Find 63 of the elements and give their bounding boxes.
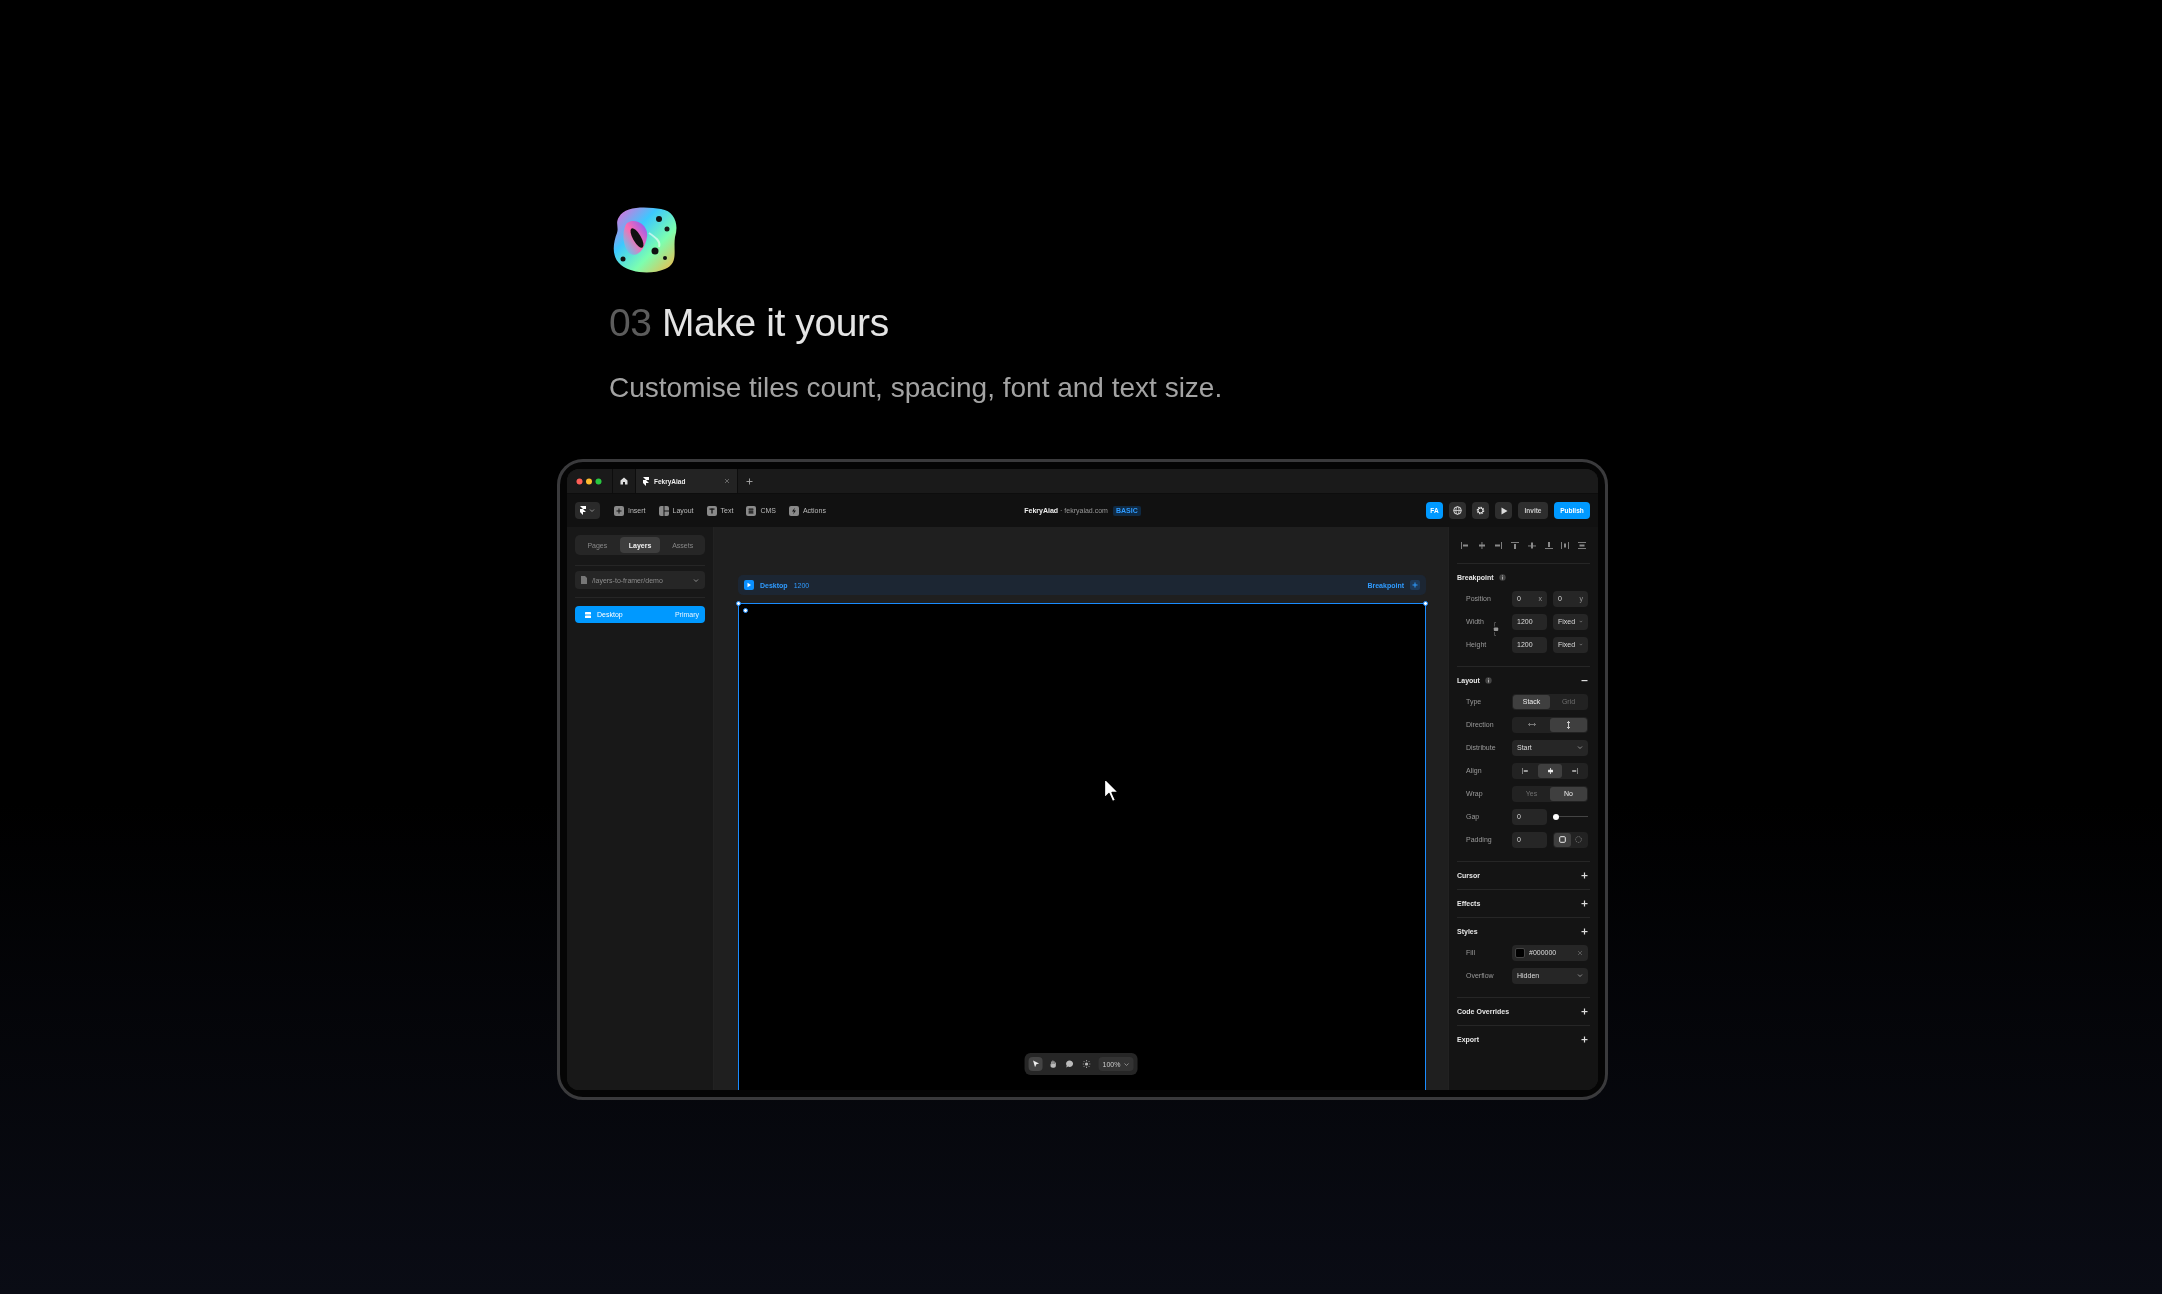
window-buttons-icon[interactable] [576,477,602,485]
align-left-icon[interactable] [1461,541,1469,549]
pointer-icon [1032,1060,1040,1068]
caret-icon [1577,973,1583,978]
settings-icon [1476,506,1485,515]
logo-icon [643,476,649,486]
sun-icon [1082,1060,1091,1068]
caret-icon [1577,745,1583,750]
plus-icon[interactable] [1581,1008,1588,1015]
step-number: 03 [609,301,652,344]
globe-button[interactable] [1449,502,1466,519]
padding-handle[interactable] [743,608,748,613]
resize-handle[interactable] [736,601,741,606]
globe-icon [1453,506,1462,515]
plus-icon [1410,580,1420,590]
stack-icon [585,611,591,618]
lock-icon[interactable] [1493,622,1499,636]
layout-icon [658,505,669,516]
icon-option[interactable] [1537,763,1563,778]
plus-square-icon [614,505,624,516]
main-menu-button[interactable] [575,502,600,519]
logo-icon [580,506,586,515]
slider-thumb[interactable] [1553,813,1559,820]
heading: Make it yours [662,301,889,344]
align-end-icon [1571,767,1579,774]
minus-icon[interactable] [1581,677,1588,684]
align-start-icon [1521,767,1529,774]
horizontal-arrows-icon [1527,722,1536,727]
new-tab-icon[interactable] [746,477,753,485]
hand-icon [1049,1060,1057,1068]
database-icon [746,505,757,516]
tool-button[interactable] [1028,1057,1043,1071]
settings-button[interactable] [1472,502,1489,519]
text-icon [706,505,717,516]
home-icon [620,477,628,485]
align-bottom-icon[interactable] [1544,541,1553,549]
bolt-icon [788,505,799,516]
close-icon[interactable] [724,478,730,484]
plus-icon[interactable] [1581,928,1588,935]
plus-icon[interactable] [1581,872,1588,879]
caret-icon [1123,1061,1130,1067]
distribute-horizontal-icon[interactable] [1561,541,1570,549]
subtitle: Customise tiles count, spacing, font and text size. [609,371,1224,405]
file-icon [581,576,587,584]
icon-option[interactable] [1554,832,1571,847]
caret-icon [693,577,699,583]
play-icon [1499,506,1508,515]
preview-button[interactable] [1495,502,1512,519]
comment-icon [1065,1060,1074,1068]
vertical-arrows-icon [1566,720,1571,729]
distribute-vertical-icon[interactable] [1577,541,1586,549]
square-icon [1558,836,1566,843]
align-top-icon[interactable] [1511,541,1520,549]
align-right-icon[interactable] [1494,541,1503,549]
color-swatch[interactable] [1515,947,1525,958]
caret-icon [589,508,595,513]
dashed-circle-icon [1575,836,1583,843]
align-center-icon [1546,767,1554,774]
frame-icon [744,580,754,590]
plus-icon[interactable] [1581,900,1588,907]
plus-icon[interactable] [1581,1036,1588,1043]
resize-handle[interactable] [1423,601,1428,606]
icon-option[interactable] [1550,717,1587,732]
